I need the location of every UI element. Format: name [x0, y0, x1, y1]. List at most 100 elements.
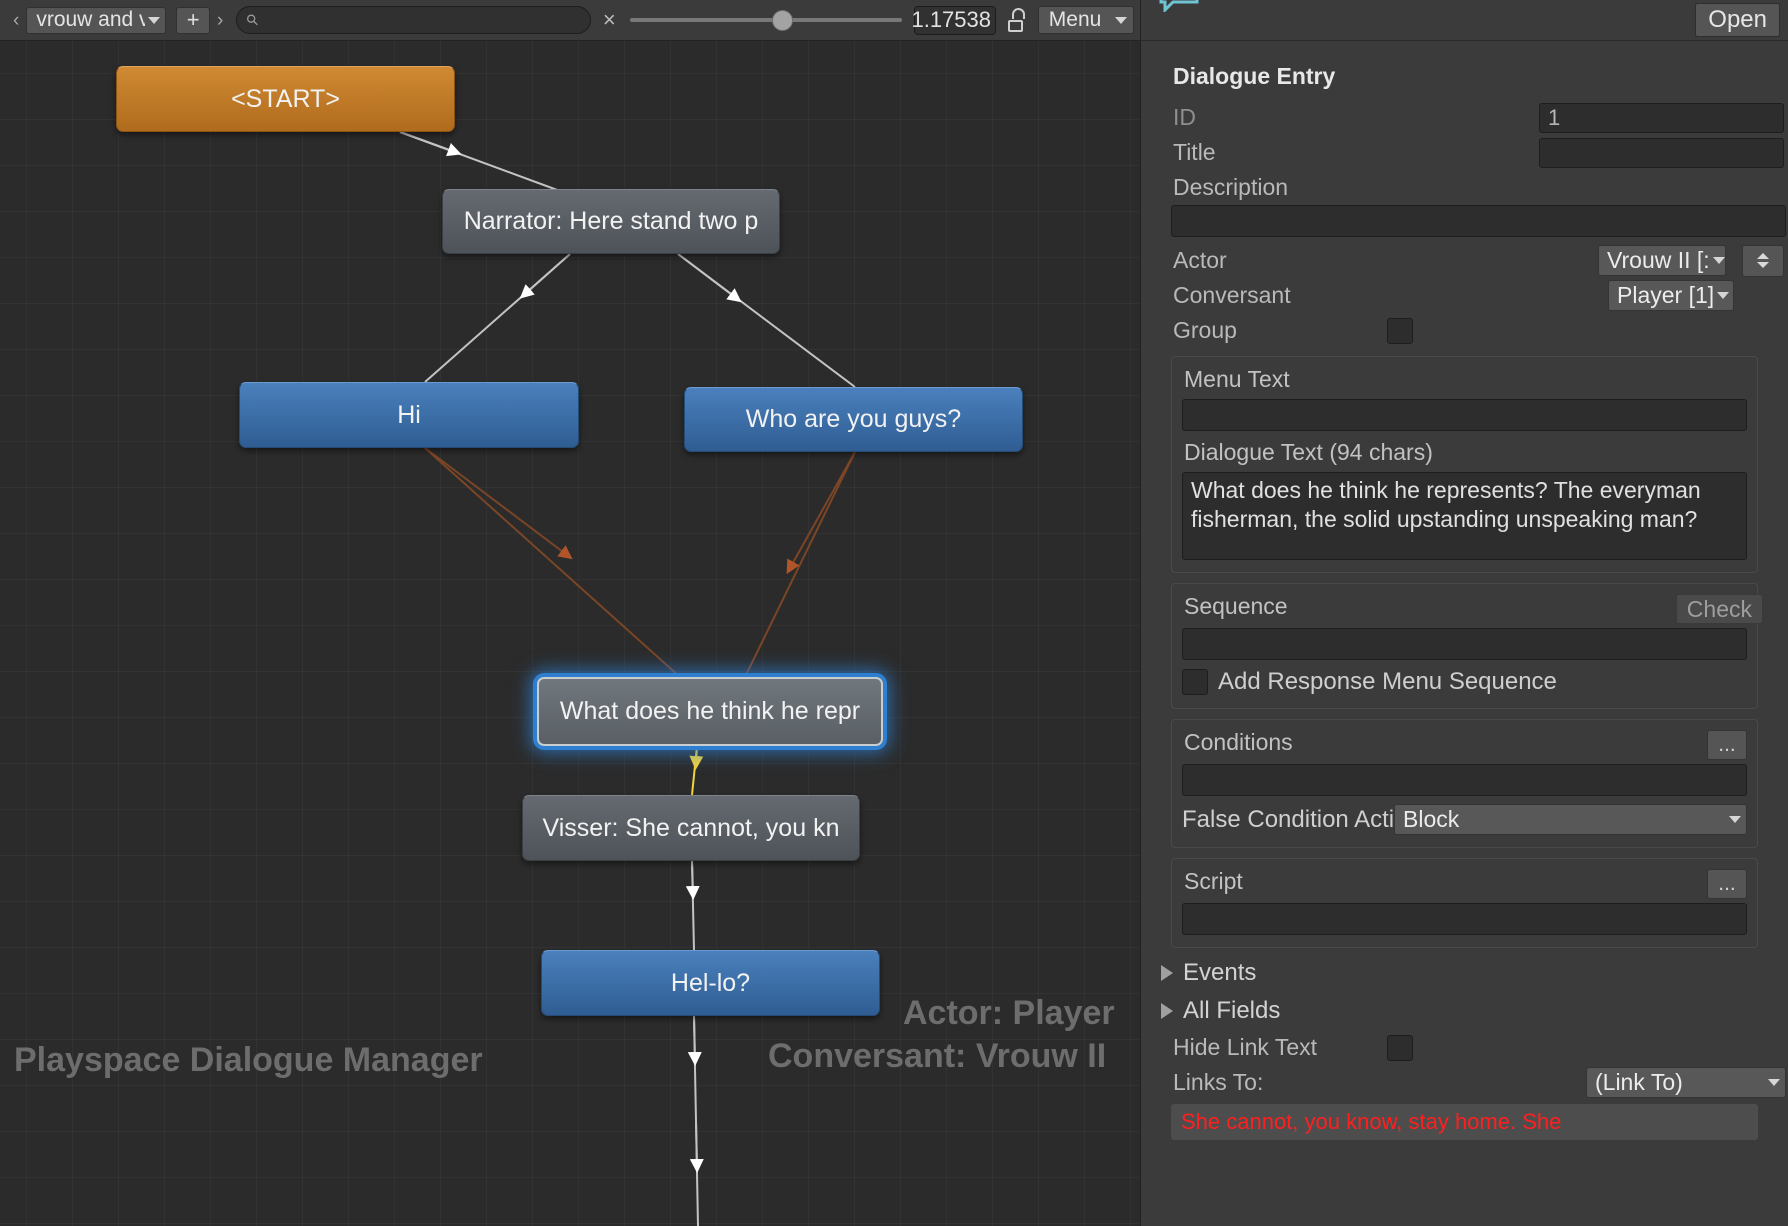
stepper-up-icon — [1757, 253, 1769, 259]
inspector-title: Dialogue Entry — [1173, 63, 1336, 89]
description-input-wrap — [1141, 205, 1788, 237]
zoom-value-field[interactable]: 1.17538 — [911, 5, 996, 35]
menu-dropdown[interactable]: Menu — [1037, 6, 1134, 34]
hide-link-text-label: Hide Link Text — [1173, 1034, 1318, 1060]
sequence-check-button[interactable]: Check — [1675, 594, 1763, 624]
conversant-dropdown[interactable]: Player [1] — [1608, 280, 1734, 311]
actor-row: Actor Vrouw II [: — [1141, 243, 1788, 278]
node-selected-what-does-he-think[interactable]: What does he think he repr — [537, 677, 883, 746]
inspector-pane: Open Dialogue Entry ID 1 Title Descripti… — [1140, 0, 1788, 1226]
description-row: Description — [1141, 170, 1788, 205]
conditions-input[interactable] — [1182, 764, 1747, 796]
zoom-slider[interactable] — [629, 6, 902, 34]
add-response-menu-checkbox[interactable] — [1182, 669, 1208, 695]
watermark-actor: Actor: Player — [903, 994, 1115, 1032]
menu-dropdown-label: Menu — [1048, 8, 1102, 31]
menu-text-input[interactable] — [1182, 399, 1747, 431]
hide-link-text-checkbox[interactable] — [1387, 1034, 1413, 1061]
links-to-value: (Link To) — [1595, 1069, 1683, 1095]
actor-label: Actor — [1173, 247, 1227, 273]
clear-search-button[interactable]: × — [603, 9, 616, 31]
node-narrator[interactable]: Narrator: Here stand two p — [442, 189, 780, 254]
add-response-menu-label: Add Response Menu Sequence — [1218, 668, 1557, 695]
group-row: Group — [1141, 313, 1788, 348]
conditions-group: Conditions ... False Condition Actio Blo… — [1171, 719, 1758, 848]
sequence-header: Sequence Check — [1182, 592, 1763, 626]
id-value: 1 — [1548, 104, 1561, 130]
conditions-header: Conditions ... — [1182, 728, 1747, 762]
node-who-are-you-guys[interactable]: Who are you guys? — [684, 387, 1023, 452]
events-foldout[interactable]: Events — [1141, 954, 1788, 992]
triangle-right-icon — [1161, 965, 1173, 981]
add-database-button[interactable]: + — [176, 6, 210, 34]
node-hello[interactable]: Hel-lo? — [541, 950, 880, 1016]
forward-arrow-icon[interactable]: › — [210, 11, 230, 30]
group-checkbox[interactable] — [1387, 317, 1413, 344]
title-input[interactable] — [1539, 137, 1784, 168]
false-condition-row: False Condition Actio Block — [1182, 804, 1747, 835]
zoom-slider-handle[interactable] — [771, 9, 793, 31]
title-row: Title — [1141, 135, 1788, 170]
all-fields-label: All Fields — [1183, 997, 1281, 1024]
search-input[interactable]: ⚲ — [236, 6, 591, 34]
conversant-row: Conversant Player [1] — [1141, 278, 1788, 313]
node-label: Visser: She cannot, you kn — [542, 813, 840, 842]
node-start[interactable]: <START> — [116, 66, 455, 132]
dialogue-text-input[interactable]: What does he think he represents? The ev… — [1182, 472, 1747, 560]
database-dropdown[interactable]: vrouw and v — [26, 6, 167, 34]
node-label: Hel-lo? — [670, 968, 751, 997]
text-group: Menu Text Dialogue Text (94 chars) What … — [1171, 356, 1758, 573]
description-input[interactable] — [1171, 205, 1786, 237]
zoom-value-text: 1.17538 — [911, 7, 991, 32]
graph-canvas-pane: ‹ vrouw and v + › ⚲ × 1.17538 Menu <STAR… — [0, 0, 1140, 1226]
node-visser[interactable]: Visser: She cannot, you kn — [522, 795, 860, 861]
watermark-conversant: Conversant: Vrouw II — [768, 1037, 1107, 1075]
node-label: Who are you guys? — [745, 405, 962, 433]
hide-link-text-row: Hide Link Text — [1141, 1030, 1788, 1065]
chevron-down-icon — [1115, 16, 1127, 24]
add-database-label: + — [186, 7, 200, 32]
actor-stepper[interactable] — [1742, 244, 1784, 277]
open-button[interactable]: Open — [1695, 3, 1780, 37]
link-entry-row[interactable]: She cannot, you know, stay home. She — [1171, 1104, 1758, 1140]
false-condition-dropdown[interactable]: Block — [1394, 804, 1747, 835]
sequence-label: Sequence — [1184, 593, 1288, 619]
id-field: 1 — [1539, 102, 1784, 133]
sequence-group: Sequence Check Add Response Menu Sequenc… — [1171, 583, 1763, 709]
stepper-down-icon — [1757, 262, 1769, 268]
padlock-shackle — [1012, 8, 1025, 19]
conditions-more-label: ... — [1718, 733, 1736, 756]
title-label: Title — [1173, 139, 1216, 165]
false-condition-label: False Condition Actio — [1182, 805, 1394, 833]
node-hi[interactable]: Hi — [239, 382, 579, 448]
script-more-button[interactable]: ... — [1707, 869, 1747, 899]
description-label: Description — [1173, 174, 1289, 200]
conversant-value: Player [1] — [1617, 282, 1715, 308]
all-fields-foldout[interactable]: All Fields — [1141, 992, 1788, 1030]
speech-bubble-icon — [1159, 0, 1199, 12]
database-dropdown-label: vrouw and v — [36, 8, 146, 31]
node-label: Hi — [397, 400, 421, 429]
back-arrow-icon[interactable]: ‹ — [6, 11, 26, 30]
node-graph[interactable]: <START> Narrator: Here stand two p Hi Wh… — [0, 41, 1140, 1226]
node-label: Narrator: Here stand two p — [463, 207, 759, 235]
actor-dropdown[interactable]: Vrouw II [: — [1598, 245, 1726, 276]
unlocked-padlock-icon[interactable] — [1006, 8, 1026, 32]
search-icon: ⚲ — [243, 10, 264, 31]
sequence-input[interactable] — [1182, 628, 1747, 660]
chevron-down-icon — [1729, 816, 1741, 823]
chevron-down-icon — [148, 16, 161, 24]
triangle-right-icon — [1161, 1003, 1173, 1019]
open-button-label: Open — [1708, 6, 1767, 33]
conditions-more-button[interactable]: ... — [1707, 730, 1747, 760]
id-label: ID — [1173, 104, 1196, 130]
script-input[interactable] — [1182, 903, 1747, 935]
chevron-down-icon — [1768, 1079, 1780, 1086]
links-to-dropdown[interactable]: (Link To) — [1586, 1067, 1786, 1098]
links-to-row: Links To: (Link To) — [1141, 1065, 1788, 1100]
group-label: Group — [1173, 317, 1237, 343]
watermark-product-name: Playspace Dialogue Manager — [14, 1041, 483, 1079]
actor-value: Vrouw II [: — [1607, 247, 1710, 273]
add-response-menu-row: Add Response Menu Sequence — [1182, 668, 1747, 696]
script-group: Script ... — [1171, 858, 1758, 948]
